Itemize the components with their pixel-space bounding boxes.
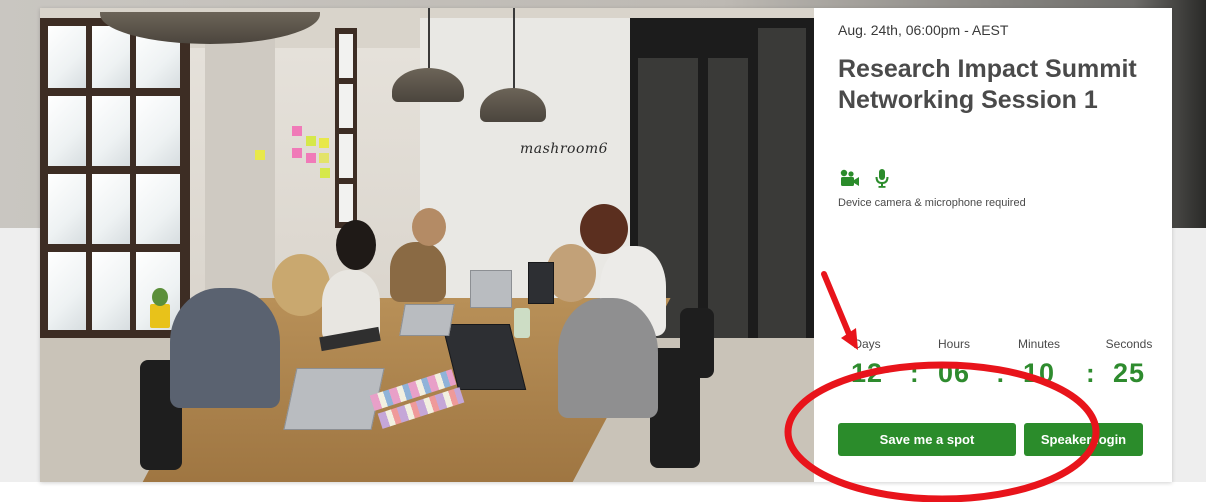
photo-lamp-left — [392, 8, 464, 102]
countdown-label: Hours — [937, 337, 970, 351]
video-camera-icon — [838, 168, 862, 193]
countdown-value: 12 — [850, 358, 884, 388]
microphone-icon — [874, 168, 890, 193]
countdown-seconds: Seconds 25 — [1094, 336, 1164, 390]
countdown-separator: : — [910, 358, 919, 388]
photo-window — [40, 18, 190, 338]
photo-wall-column — [205, 38, 275, 318]
countdown-minutes: Minutes 10 — [1004, 336, 1074, 390]
event-datetime: Aug. 24th, 06:00pm - AEST — [838, 22, 1009, 38]
countdown-value: 10 — [1022, 358, 1056, 388]
countdown-label: Days — [853, 337, 881, 351]
event-info-panel: Aug. 24th, 06:00pm - AEST Research Impac… — [814, 8, 1172, 482]
photo-person — [390, 242, 446, 302]
photo-person — [170, 288, 280, 408]
countdown-hours: Hours 06 — [919, 336, 989, 390]
countdown-days: Days 12 — [832, 336, 902, 390]
speaker-login-button[interactable]: Speaker login — [1024, 423, 1143, 456]
requirements-text: Device camera & microphone required — [838, 197, 1026, 209]
event-card: mashroom6 Aug. 24th, 06:00pm - AEST Rese… — [40, 8, 1172, 482]
countdown-label: Minutes — [1017, 337, 1061, 351]
countdown-value: 25 — [1112, 358, 1146, 388]
photo-side-window — [335, 28, 357, 228]
page-footer-space — [0, 482, 1206, 502]
event-photo: mashroom6 — [40, 8, 814, 482]
photo-lamp-right — [480, 8, 546, 122]
countdown-value: 06 — [937, 358, 971, 388]
photo-person — [558, 298, 658, 418]
save-spot-button[interactable]: Save me a spot — [838, 423, 1016, 456]
event-title: Research Impact Summit Networking Sessio… — [838, 55, 1137, 114]
countdown-timer: Days 12 : Hours 06 : Minutes 10 : Second… — [832, 336, 1154, 396]
photo-lamp-large — [100, 8, 320, 44]
requirement-icons — [838, 168, 898, 190]
photo-brand-text: mashroom6 — [520, 141, 609, 157]
countdown-label: Seconds — [1105, 337, 1153, 351]
